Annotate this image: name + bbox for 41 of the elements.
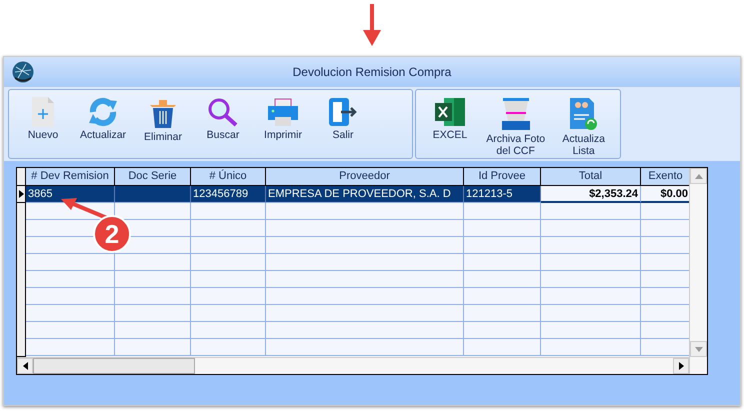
table-cell: EMPRESA DE PROVEEDOR, S.A. D bbox=[266, 186, 464, 203]
table-row[interactable]: 3865 123456789 EMPRESA DE PROVEEDOR, S.A. D 121213-5 $2,353.24 $0.00 bbox=[17, 186, 689, 203]
toolbar-button[interactable]: Archiva Foto del CCF bbox=[480, 94, 552, 160]
search-icon bbox=[207, 97, 239, 127]
scroll-down-icon bbox=[694, 346, 702, 352]
column-header[interactable]: Exento bbox=[641, 168, 689, 186]
vertical-scrollbar[interactable] bbox=[689, 168, 707, 374]
scroll-left-icon bbox=[22, 362, 28, 370]
refresh-icon bbox=[87, 97, 119, 127]
column-header[interactable]: Proveedor bbox=[266, 168, 464, 186]
table-cell: 123456789 bbox=[191, 186, 266, 203]
toolbar-button[interactable]: EXCEL bbox=[420, 94, 480, 144]
row-pointer-icon bbox=[18, 190, 24, 198]
toolbar-button[interactable]: Eliminar bbox=[133, 94, 193, 146]
scroll-up-icon bbox=[694, 174, 702, 178]
horizontal-scrollbar[interactable] bbox=[17, 357, 689, 374]
printer-icon bbox=[267, 97, 299, 127]
toolbar-button[interactable]: Buscar bbox=[193, 94, 253, 144]
scroll-right-icon bbox=[678, 362, 684, 370]
column-header[interactable]: Doc Serie bbox=[115, 168, 191, 186]
globe-icon bbox=[12, 61, 34, 83]
window-title: Devolucion Remision Compra bbox=[292, 65, 452, 79]
column-header[interactable]: # Dev Remision bbox=[26, 168, 115, 186]
toolbar-button[interactable]: Salir bbox=[313, 94, 373, 144]
toolbar-button[interactable]: Actualizar bbox=[73, 94, 133, 144]
table-cell: 3865 bbox=[26, 186, 115, 203]
trash-icon bbox=[149, 97, 177, 129]
column-header[interactable]: # Único bbox=[191, 168, 266, 186]
spreadsheet-icon bbox=[434, 97, 466, 127]
contact-list-icon bbox=[568, 97, 599, 131]
column-header[interactable]: Total bbox=[541, 168, 641, 186]
table-cell: 121213-5 bbox=[464, 186, 541, 203]
annotation-arrow bbox=[363, 4, 381, 46]
column-header[interactable]: Id Provee bbox=[464, 168, 541, 186]
scanner-icon bbox=[500, 97, 532, 131]
exit-icon bbox=[327, 97, 359, 127]
new-document-icon bbox=[30, 97, 56, 127]
toolbar-button[interactable]: Nuevo bbox=[13, 94, 73, 144]
toolbar-button[interactable]: Imprimir bbox=[253, 94, 313, 144]
toolbar-button[interactable]: Actualiza Lista bbox=[551, 94, 616, 160]
table-cell: $2,353.24 bbox=[541, 186, 641, 203]
